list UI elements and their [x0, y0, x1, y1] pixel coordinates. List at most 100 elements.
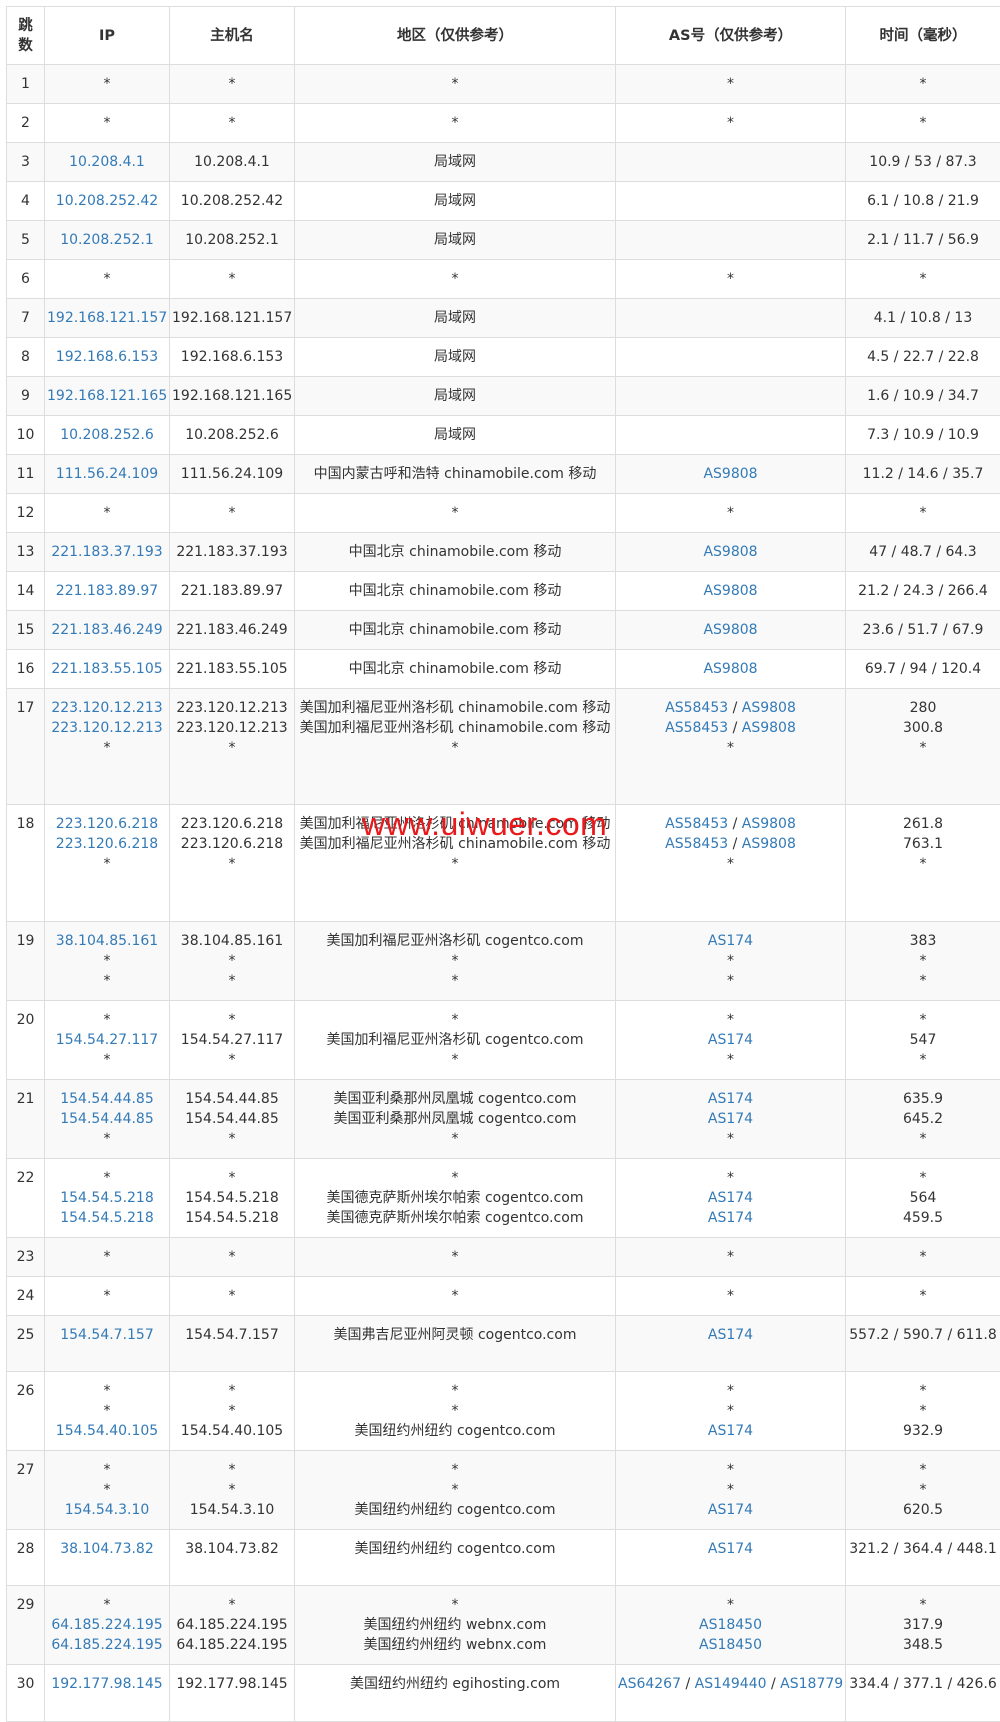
time-cell: *: [846, 65, 1000, 104]
ip-link[interactable]: 154.54.40.105: [47, 1421, 167, 1441]
ip-link[interactable]: 192.168.6.153: [47, 347, 167, 367]
asn-line: *: [618, 951, 843, 971]
hop-cell: 10: [7, 416, 45, 455]
asn-link[interactable]: AS18450: [699, 1617, 762, 1633]
asn-link[interactable]: AS174: [708, 1210, 753, 1226]
ip-link[interactable]: 154.54.7.157: [47, 1325, 167, 1345]
asn-link[interactable]: AS9808: [703, 466, 757, 482]
ip-link[interactable]: 223.120.6.218: [47, 814, 167, 834]
ip-link[interactable]: 221.183.89.97: [47, 581, 167, 601]
ip-link[interactable]: 154.54.27.117: [47, 1030, 167, 1050]
ip-link[interactable]: 64.185.224.195: [47, 1635, 167, 1655]
asn-link[interactable]: AS174: [708, 933, 753, 949]
region-text: 美国弗吉尼亚州阿灵顿 cogentco.com: [297, 1325, 613, 1345]
asn-link[interactable]: AS9808: [703, 544, 757, 560]
ip-link[interactable]: 154.54.3.10: [47, 1500, 167, 1520]
asn-link[interactable]: AS174: [708, 1423, 753, 1439]
ip-link[interactable]: 10.208.252.6: [47, 425, 167, 445]
region-text: 局域网: [297, 191, 613, 211]
hop-cell: 13: [7, 533, 45, 572]
region-text: 美国亚利桑那州凤凰城 cogentco.com: [297, 1109, 613, 1129]
asn-line: AS9808: [618, 620, 843, 640]
hostname-text: *: [172, 1595, 292, 1615]
ip-link[interactable]: 221.183.37.193: [47, 542, 167, 562]
time-cell: 11.2 / 14.6 / 35.7: [846, 455, 1000, 494]
asn-link[interactable]: AS9808: [703, 661, 757, 677]
asn-link[interactable]: AS58453: [665, 816, 728, 832]
asn-link[interactable]: AS174: [708, 1111, 753, 1127]
asn-link[interactable]: AS18450: [699, 1637, 762, 1653]
ip-link[interactable]: 10.208.4.1: [47, 152, 167, 172]
ip-link[interactable]: 154.54.44.85: [47, 1089, 167, 1109]
ip-link[interactable]: 223.120.6.218: [47, 834, 167, 854]
asn-link[interactable]: AS9808: [703, 583, 757, 599]
ip-link[interactable]: 154.54.44.85: [47, 1109, 167, 1129]
time-text: 23.6 / 51.7 / 67.9: [848, 620, 998, 640]
asn-placeholder: *: [727, 1403, 734, 1419]
asn-link[interactable]: AS58453: [665, 836, 728, 852]
hostname-cell: **154.54.40.105: [170, 1372, 295, 1451]
ip-cell: 223.120.12.213223.120.12.213*: [45, 689, 170, 805]
asn-line: *: [618, 503, 843, 523]
asn-link[interactable]: AS174: [708, 1032, 753, 1048]
time-text: *: [848, 113, 998, 133]
asn-link[interactable]: AS174: [708, 1502, 753, 1518]
asn-link[interactable]: AS149440: [695, 1676, 767, 1692]
ip-link[interactable]: 38.104.85.161: [47, 931, 167, 951]
ip-link[interactable]: 111.56.24.109: [47, 464, 167, 484]
asn-link[interactable]: AS174: [708, 1327, 753, 1343]
ip-link[interactable]: 10.208.252.42: [47, 191, 167, 211]
asn-placeholder: *: [727, 115, 734, 131]
header-asn: AS号（仅供参考）: [616, 7, 846, 65]
time-text: 635.9: [848, 1089, 998, 1109]
ip-link[interactable]: 221.183.46.249: [47, 620, 167, 640]
region-text: 美国加利福尼亚州洛杉矶 chinamobile.com 移动: [297, 698, 613, 718]
time-text: *: [848, 1381, 998, 1401]
ip-link[interactable]: 154.54.5.218: [47, 1208, 167, 1228]
asn-link[interactable]: AS9808: [742, 836, 796, 852]
region-cell: *美国纽约州纽约 webnx.com美国纽约州纽约 webnx.com: [295, 1586, 616, 1665]
asn-link[interactable]: AS9808: [742, 700, 796, 716]
asn-link[interactable]: AS9808: [742, 720, 796, 736]
region-cell: 局域网: [295, 377, 616, 416]
asn-placeholder: *: [727, 1597, 734, 1613]
region-text: 中国内蒙古呼和浩特 chinamobile.com 移动: [297, 464, 613, 484]
ip-link[interactable]: 192.177.98.145: [47, 1674, 167, 1694]
ip-placeholder: *: [47, 1129, 167, 1149]
hostname-text: *: [172, 1286, 292, 1306]
asn-link[interactable]: AS58453: [665, 720, 728, 736]
ip-cell: 10.208.252.1: [45, 221, 170, 260]
asn-link[interactable]: AS174: [708, 1541, 753, 1557]
region-cell: 局域网: [295, 299, 616, 338]
ip-link[interactable]: 192.168.121.157: [47, 308, 167, 328]
asn-link[interactable]: AS9808: [703, 622, 757, 638]
region-text: *: [297, 1401, 613, 1421]
hop-number: 29: [9, 1595, 42, 1615]
asn-link[interactable]: AS9808: [742, 816, 796, 832]
region-text: 美国纽约州纽约 cogentco.com: [297, 1500, 613, 1520]
ip-link[interactable]: 223.120.12.213: [47, 698, 167, 718]
asn-line: [618, 152, 843, 172]
hostname-text: 10.208.252.1: [172, 230, 292, 250]
asn-link[interactable]: AS174: [708, 1091, 753, 1107]
asn-placeholder: *: [727, 1052, 734, 1068]
asn-link[interactable]: AS58453: [665, 700, 728, 716]
region-text: 美国加利福尼亚州洛杉矶 cogentco.com: [297, 1030, 613, 1050]
time-text: 645.2: [848, 1109, 998, 1129]
table-row: 20*154.54.27.117**154.54.27.117**美国加利福尼亚…: [7, 1001, 1000, 1080]
asn-link[interactable]: AS64267: [618, 1676, 681, 1692]
hostname-text: 154.54.7.157: [172, 1325, 292, 1345]
ip-link[interactable]: 38.104.73.82: [47, 1539, 167, 1559]
hostname-cell: 192.168.121.165: [170, 377, 295, 416]
ip-link[interactable]: 223.120.12.213: [47, 718, 167, 738]
ip-link[interactable]: 154.54.5.218: [47, 1188, 167, 1208]
ip-link[interactable]: 192.168.121.165: [47, 386, 167, 406]
time-cell: 2.1 / 11.7 / 56.9: [846, 221, 1000, 260]
ip-link[interactable]: 221.183.55.105: [47, 659, 167, 679]
region-text: *: [297, 1381, 613, 1401]
asn-link[interactable]: AS174: [708, 1190, 753, 1206]
asn-link[interactable]: AS18779: [780, 1676, 843, 1692]
ip-link[interactable]: 10.208.252.1: [47, 230, 167, 250]
ip-link[interactable]: 64.185.224.195: [47, 1615, 167, 1635]
asn-line: AS174: [618, 1539, 843, 1559]
